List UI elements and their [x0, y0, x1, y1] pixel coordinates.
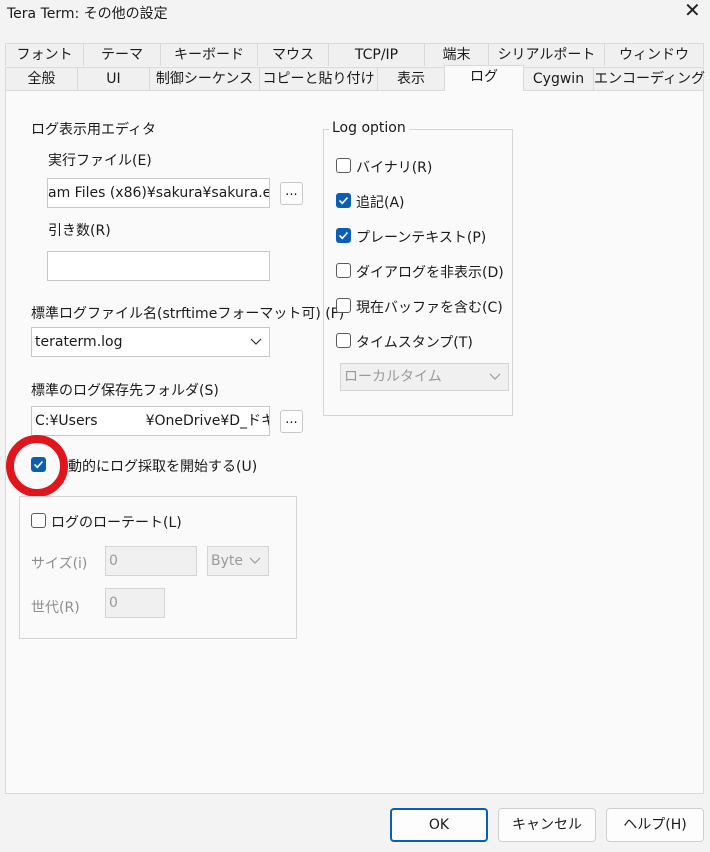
- tab-theme[interactable]: テーマ: [83, 43, 161, 66]
- tab-serial-port[interactable]: シリアルポート: [488, 43, 605, 66]
- tab-keyboard[interactable]: キーボード: [160, 43, 258, 66]
- exe-path-input[interactable]: am Files (x86)¥sakura¥sakura.exe: [47, 178, 270, 208]
- rotate-label[interactable]: ログのローテート(L): [51, 512, 182, 532]
- ok-button[interactable]: OK: [390, 808, 488, 842]
- log-folder-value-start: C:¥Users: [35, 413, 98, 429]
- folder-browse-button[interactable]: ...: [280, 410, 303, 433]
- include-buffer-label[interactable]: 現在バッファを含む(C): [356, 297, 503, 317]
- cancel-button[interactable]: キャンセル: [498, 808, 596, 842]
- tab-window[interactable]: ウィンドウ: [604, 43, 704, 66]
- binary-label[interactable]: バイナリ(R): [356, 157, 432, 177]
- timestamp-label[interactable]: タイムスタンプ(T): [356, 332, 473, 352]
- append-label[interactable]: 追記(A): [356, 192, 405, 212]
- timestamp-type-combo[interactable]: ローカルタイム: [340, 363, 509, 391]
- window-title: Tera Term: その他の設定: [7, 6, 168, 22]
- log-filename-value: teraterm.log: [35, 334, 123, 350]
- tab-copy-paste[interactable]: コピーと貼り付け: [259, 67, 378, 90]
- plain-text-label[interactable]: プレーンテキスト(P): [356, 227, 486, 247]
- log-folder-input[interactable]: C:¥Users ¥OneDrive¥D_ドキュ: [31, 406, 270, 436]
- tab-terminal[interactable]: 端末: [424, 43, 489, 66]
- log-editor-section-label: ログ表示用エディタ: [31, 122, 157, 138]
- binary-checkbox[interactable]: [336, 158, 351, 173]
- rotate-checkbox[interactable]: [31, 513, 46, 528]
- include-buffer-checkbox[interactable]: [336, 298, 351, 313]
- highlight-circle: [6, 435, 68, 497]
- help-button[interactable]: ヘルプ(H): [606, 808, 704, 842]
- rotate-unit-value: Byte: [211, 553, 243, 569]
- args-label: 引き数(R): [48, 223, 111, 239]
- rotate-unit-combo[interactable]: Byte: [207, 546, 269, 576]
- append-checkbox[interactable]: [336, 193, 351, 208]
- checkmark-icon: [338, 196, 349, 205]
- rotate-generation-label: 世代(R): [31, 600, 80, 616]
- log-folder-value-end: ¥OneDrive¥D_ドキュ: [145, 413, 269, 429]
- exe-label: 実行ファイル(E): [48, 153, 152, 169]
- args-input[interactable]: [47, 251, 270, 281]
- tab-display[interactable]: 表示: [377, 67, 445, 90]
- chevron-down-icon: [249, 557, 261, 564]
- chevron-down-icon: [489, 373, 501, 380]
- tab-control-sequence[interactable]: 制御シーケンス: [149, 67, 260, 90]
- rotate-size-label: サイズ(i): [31, 556, 88, 572]
- tab-cygwin[interactable]: Cygwin: [523, 67, 594, 90]
- tab-encoding[interactable]: エンコーディング: [593, 67, 705, 90]
- exe-browse-button[interactable]: ...: [280, 182, 303, 205]
- auto-start-label[interactable]: 動的にログ採取を開始する(U): [68, 456, 257, 476]
- tab-ui[interactable]: UI: [77, 67, 150, 90]
- rotate-size-input[interactable]: 0: [105, 546, 197, 576]
- plain-text-checkbox[interactable]: [336, 228, 351, 243]
- hide-dialog-checkbox[interactable]: [336, 263, 351, 278]
- log-filename-label: 標準ログファイル名(strftimeフォーマット可) (F): [31, 306, 345, 322]
- tab-log[interactable]: ログ: [444, 65, 524, 91]
- tab-font[interactable]: フォント: [5, 43, 84, 66]
- tab-mouse[interactable]: マウス: [257, 43, 329, 66]
- log-option-title: Log option: [329, 120, 409, 136]
- tab-tcpip[interactable]: TCP/IP: [328, 43, 425, 66]
- checkmark-icon: [338, 231, 349, 240]
- title-bar: Tera Term: その他の設定 ✕: [0, 0, 710, 32]
- log-folder-label: 標準のログ保存先フォルダ(S): [31, 383, 219, 399]
- log-filename-combo[interactable]: teraterm.log: [31, 327, 270, 357]
- hide-dialog-label[interactable]: ダイアログを非表示(D): [356, 262, 504, 282]
- timestamp-checkbox[interactable]: [336, 333, 351, 348]
- tab-general[interactable]: 全般: [5, 67, 78, 90]
- close-icon[interactable]: ✕: [684, 0, 701, 20]
- chevron-down-icon: [250, 338, 262, 345]
- timestamp-type-value: ローカルタイム: [344, 369, 442, 385]
- rotate-generation-input[interactable]: 0: [105, 588, 165, 618]
